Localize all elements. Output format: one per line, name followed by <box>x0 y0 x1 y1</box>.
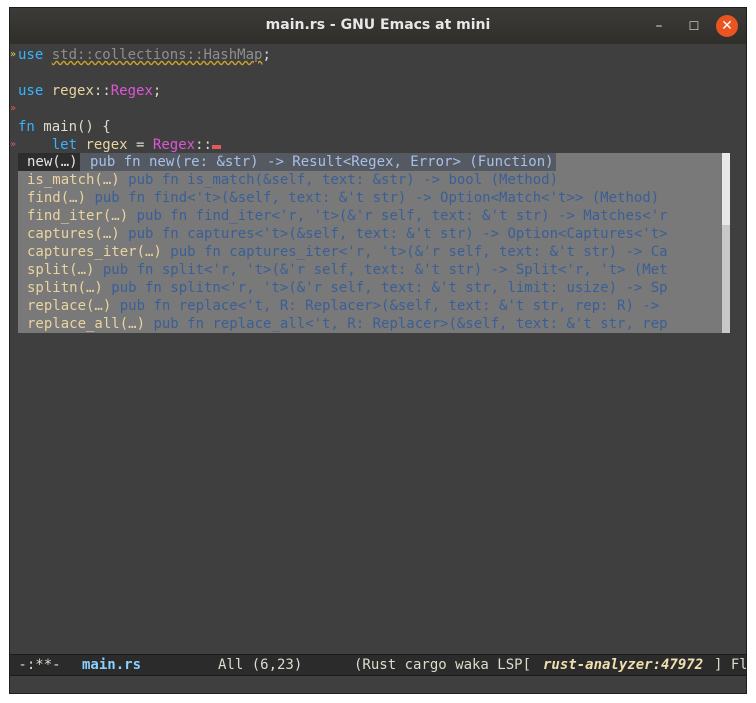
major-mode-close: ] Fl <box>714 657 746 673</box>
close-icon[interactable]: ✕ <box>716 15 738 37</box>
completion-scrollbar[interactable] <box>722 153 730 333</box>
completion-popup[interactable]: new(…) pub fn new(re: &str) -> Result<Re… <box>18 153 730 333</box>
completion-candidate: find_iter(…) <box>27 208 129 224</box>
completion-annotation: pub fn find_iter<'r, 't>(&'r self, text:… <box>128 208 668 224</box>
completion-annotation: pub fn replace_all<'t, R: Replacer>(&sel… <box>145 316 668 332</box>
mode-line[interactable]: -:**- main.rs All (6,23) (Rust cargo wak… <box>10 654 746 676</box>
error-fringe-icon: » <box>10 139 17 150</box>
completion-item[interactable]: captures_iter(…) pub fn captures_iter<'r… <box>18 243 722 261</box>
module-name: regex <box>51 83 94 99</box>
window-title: main.rs - GNU Emacs at mini <box>265 17 491 33</box>
maximize-icon[interactable]: ☐ <box>685 17 703 35</box>
error-fringe-icon: » <box>10 103 17 114</box>
completion-item[interactable]: find(…) pub fn find<'t>(&self, text: &'t… <box>18 189 722 207</box>
code-line-6[interactable]: let regex = Regex:: <box>18 136 221 154</box>
path-separator: :: <box>195 137 212 153</box>
keyword: let <box>51 137 78 153</box>
code-line-5[interactable]: fn main() { <box>18 118 111 136</box>
completion-candidate: new(…) <box>18 153 80 171</box>
keyword: use <box>18 83 44 99</box>
completion-candidate: find(…) <box>27 190 87 206</box>
completion-annotation: pub fn is_match(&self, text: &str) -> bo… <box>119 172 559 188</box>
path-separator: :: <box>93 83 111 99</box>
minimize-icon[interactable]: – <box>650 17 668 35</box>
completion-item[interactable]: is_match(…) pub fn is_match(&self, text:… <box>18 171 722 189</box>
code-line-3[interactable]: use regex::Regex; <box>18 82 161 100</box>
major-mode-open: (Rust cargo waka LSP[ <box>354 657 532 673</box>
keyword: use <box>18 47 44 63</box>
function-signature: main() { <box>34 119 111 135</box>
type-name: Regex <box>110 83 153 99</box>
completion-candidate: replace_all(…) <box>27 316 146 332</box>
title-bar[interactable]: main.rs - GNU Emacs at mini – ☐ ✕ <box>10 8 746 44</box>
completion-candidate: split(…) <box>27 262 95 278</box>
completion-annotation: pub fn find<'t>(&self, text: &'t str) ->… <box>86 190 660 206</box>
completion-annotation: pub fn splitn<'r, 't>(&'r self, text: &'… <box>102 280 668 296</box>
completion-item[interactable]: splitn(…) pub fn splitn<'r, 't>(&'r self… <box>18 279 722 297</box>
completion-item[interactable]: captures(…) pub fn captures<'t>(&self, t… <box>18 225 722 243</box>
minibuffer[interactable] <box>10 676 746 693</box>
emacs-window: main.rs - GNU Emacs at mini – ☐ ✕ » use … <box>10 8 746 693</box>
completion-item[interactable]: replace_all(…) pub fn replace_all<'t, R:… <box>18 315 722 333</box>
editor-buffer[interactable]: » use std::collections::HashMap; use reg… <box>10 44 746 654</box>
completion-annotation: pub fn new(re: &str) -> Result<Regex, Er… <box>79 153 556 171</box>
completion-candidate: is_match(…) <box>27 172 120 188</box>
completion-candidate: captures(…) <box>27 226 120 242</box>
completion-candidate: captures_iter(…) <box>27 244 162 260</box>
completion-item[interactable]: replace(…) pub fn replace<'t, R: Replace… <box>18 297 722 315</box>
scrollbar-thumb[interactable] <box>722 225 730 333</box>
completion-annotation: pub fn captures_iter<'r, 't>(&'r self, t… <box>161 244 668 260</box>
completion-candidate: replace(…) <box>27 298 112 314</box>
semicolon: ; <box>262 47 271 63</box>
variable-name: regex <box>85 137 128 153</box>
unused-import: std::collections::HashMap <box>51 47 263 63</box>
buffer-status: -:**- <box>10 657 61 673</box>
completion-candidate: splitn(…) <box>27 280 103 296</box>
type-name: Regex <box>152 137 196 153</box>
lsp-server-name[interactable]: rust-analyzer:47972 <box>543 655 703 675</box>
assignment: = <box>127 137 153 153</box>
warning-fringe-icon: » <box>10 49 17 60</box>
semicolon: ; <box>152 83 162 99</box>
code-line-1[interactable]: use std::collections::HashMap; <box>18 46 271 64</box>
completion-item[interactable]: find_iter(…) pub fn find_iter<'r, 't>(&'… <box>18 207 722 225</box>
completion-item[interactable]: split(…) pub fn split<'r, 't>(&'r self, … <box>18 261 722 279</box>
completion-item-selected[interactable]: new(…) pub fn new(re: &str) -> Result<Re… <box>18 153 722 171</box>
cursor-position: All (6,23) <box>218 657 303 673</box>
buffer-name[interactable]: main.rs <box>82 655 141 675</box>
text-cursor <box>211 145 221 149</box>
keyword: fn <box>18 119 35 135</box>
completion-annotation: pub fn captures<'t>(&self, text: &'t str… <box>119 226 668 242</box>
completion-annotation: pub fn split<'r, 't>(&'r self, text: &'t… <box>94 262 668 278</box>
completion-annotation: pub fn replace<'t, R: Replacer>(&self, t… <box>111 298 660 314</box>
